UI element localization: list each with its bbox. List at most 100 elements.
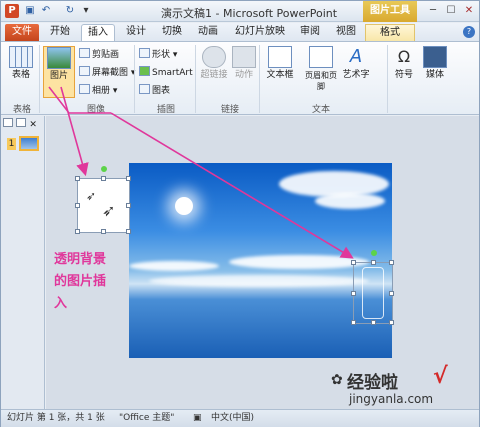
rotate-handle[interactable] xyxy=(371,250,377,256)
media-button[interactable]: 媒体 xyxy=(421,46,449,98)
tab-home[interactable]: 开始 xyxy=(45,24,75,41)
annotation-text: 透明背景 的图片插 入 xyxy=(54,249,134,315)
group-label-images: 图像 xyxy=(86,105,105,115)
header-footer-button[interactable]: 页眉和页脚 xyxy=(303,46,339,98)
help-icon[interactable]: ? xyxy=(463,26,475,38)
title-bar: P ▣ ↶ ↻ ▾ 演示文稿1 - Microsoft PowerPoint 图… xyxy=(1,1,479,22)
transparent-image-selected[interactable] xyxy=(351,250,394,325)
cloud xyxy=(229,255,369,269)
table-icon xyxy=(9,46,33,68)
textbox-button[interactable]: 文本框 xyxy=(263,46,297,98)
theme-name: "Office 主题" xyxy=(119,413,175,423)
minimize-button[interactable]: ─ xyxy=(425,4,441,18)
bird-silhouette xyxy=(362,267,384,319)
tab-transitions[interactable]: 切换 xyxy=(157,24,187,41)
cloud xyxy=(315,193,385,209)
language[interactable]: 中文(中国) xyxy=(211,410,254,427)
tab-format[interactable]: 格式 xyxy=(365,24,415,41)
save-icon[interactable]: ▣ xyxy=(23,4,37,18)
proofing-icon[interactable]: ▣ xyxy=(193,410,202,427)
bird-icon: ➶ xyxy=(86,189,97,203)
undo-icon[interactable]: ↶ xyxy=(39,4,53,18)
resize-handle[interactable] xyxy=(351,260,356,265)
group-label-text: 文本 xyxy=(311,105,330,115)
resize-handle[interactable] xyxy=(75,176,80,181)
bird-icon: ➶ xyxy=(102,201,116,220)
watermark-brand: 经验啦 xyxy=(347,373,398,393)
photo-album-button[interactable]: 相册 ▾ xyxy=(79,84,117,98)
group-divider xyxy=(39,45,40,113)
clipart-button[interactable]: 剪贴画 xyxy=(79,48,119,62)
shapes-icon xyxy=(139,48,150,58)
ribbon-insert: 表格 表格 图片 剪贴画 屏幕截图 ▾ 相册 ▾ 图像 形状 ▾ SmartAr… xyxy=(1,41,479,115)
annotation-line: 透明背景 xyxy=(54,252,107,267)
maximize-button[interactable]: ☐ xyxy=(443,4,459,18)
cloud xyxy=(149,275,369,287)
symbol-button[interactable]: Ω 符号 xyxy=(391,46,417,98)
window-title: 演示文稿1 - Microsoft PowerPoint xyxy=(161,7,338,20)
resize-handle[interactable] xyxy=(351,291,356,296)
smartart-button[interactable]: SmartArt xyxy=(139,66,193,80)
picture-button[interactable]: 图片 xyxy=(43,46,75,98)
group-divider xyxy=(259,45,260,113)
resize-handle[interactable] xyxy=(75,203,80,208)
pane-tabs: ✕ xyxy=(3,118,43,130)
chart-icon xyxy=(139,84,150,94)
picture-icon xyxy=(47,47,71,69)
resize-handle[interactable] xyxy=(126,176,131,181)
pane-close-icon[interactable]: ✕ xyxy=(29,120,37,130)
resize-handle[interactable] xyxy=(126,203,131,208)
group-divider xyxy=(387,45,388,113)
paw-logo-icon: ✿ xyxy=(331,372,343,388)
tab-slideshow[interactable]: 幻灯片放映 xyxy=(231,24,289,41)
resize-handle[interactable] xyxy=(371,260,376,265)
chart-button[interactable]: 图表 xyxy=(139,84,170,98)
checkmark-icon: √ xyxy=(433,364,448,389)
resize-handle[interactable] xyxy=(389,291,394,296)
wordart-button[interactable]: A 艺术字 xyxy=(341,46,371,98)
bird-image-selected[interactable]: ➶ ➶ xyxy=(75,166,131,234)
tab-insert[interactable]: 插入 xyxy=(81,24,115,41)
tab-design[interactable]: 设计 xyxy=(121,24,151,41)
cloud xyxy=(129,261,219,271)
ribbon-tabs: 文件 开始 插入 设计 切换 动画 幻灯片放映 审阅 视图 格式 ? xyxy=(1,23,479,41)
tab-animations[interactable]: 动画 xyxy=(193,24,223,41)
hyperlink-button[interactable]: 超链接 xyxy=(199,46,229,98)
resize-handle[interactable] xyxy=(126,229,131,234)
picture-tools-header: 图片工具 xyxy=(363,1,417,22)
slide-info: 幻灯片 第 1 张，共 1 张 xyxy=(7,413,105,423)
redo-icon[interactable]: ↻ xyxy=(63,4,77,18)
globe-link-icon xyxy=(202,46,226,68)
slide-thumbnail[interactable] xyxy=(19,136,39,151)
resize-handle[interactable] xyxy=(101,229,106,234)
rotate-handle[interactable] xyxy=(101,166,107,172)
slides-tab-icon[interactable] xyxy=(3,118,13,127)
action-star-icon xyxy=(232,46,256,68)
tab-file[interactable]: 文件 xyxy=(5,24,39,41)
tab-view[interactable]: 视图 xyxy=(331,24,361,41)
customize-quick-access-icon[interactable]: ▾ xyxy=(79,4,93,18)
group-divider xyxy=(134,45,135,113)
resize-handle[interactable] xyxy=(351,320,356,325)
group-divider xyxy=(195,45,196,113)
annotation-line: 入 xyxy=(54,296,68,311)
table-button[interactable]: 表格 xyxy=(5,46,37,98)
screenshot-button[interactable]: 屏幕截图 ▾ xyxy=(79,66,135,80)
watermark: ✿ 经验啦 √ jingyanla.com xyxy=(331,364,480,411)
close-button[interactable]: ✕ xyxy=(461,4,477,18)
smartart-icon xyxy=(139,66,150,76)
resize-handle[interactable] xyxy=(371,320,376,325)
resize-handle[interactable] xyxy=(75,229,80,234)
action-button[interactable]: 动作 xyxy=(231,46,257,98)
header-footer-icon xyxy=(309,46,333,68)
tab-review[interactable]: 审阅 xyxy=(295,24,325,41)
shapes-button[interactable]: 形状 ▾ xyxy=(139,48,177,62)
resize-handle[interactable] xyxy=(389,260,394,265)
group-label-table: 表格 xyxy=(12,105,31,115)
textbox-icon xyxy=(268,46,292,68)
resize-handle[interactable] xyxy=(389,320,394,325)
resize-handle[interactable] xyxy=(101,176,106,181)
outline-tab-icon[interactable] xyxy=(16,118,27,127)
group-label-links: 链接 xyxy=(220,105,239,115)
powerpoint-app-icon[interactable]: P xyxy=(5,4,19,18)
